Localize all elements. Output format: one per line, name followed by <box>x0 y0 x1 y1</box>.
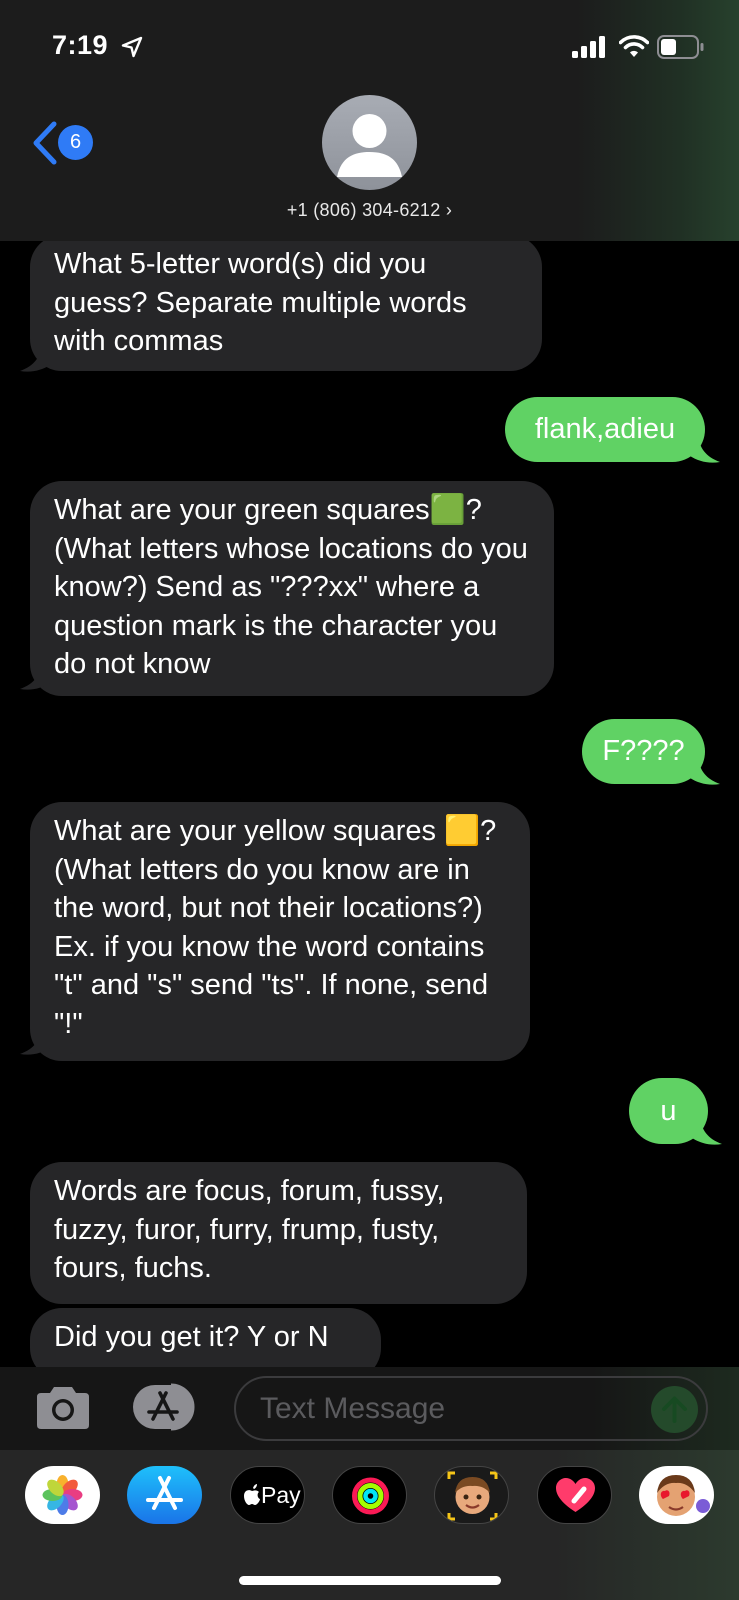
location-arrow-icon <box>121 36 143 58</box>
input-placeholder: Text Message <box>260 1392 446 1425</box>
send-button[interactable] <box>651 1386 698 1433</box>
activity-app-icon[interactable] <box>332 1466 407 1524</box>
memoji-stickers-icon[interactable] <box>434 1466 509 1524</box>
app-store-apps-icon[interactable] <box>131 1383 203 1431</box>
incoming-message[interactable]: What are your yellow squares 🟨? (What le… <box>30 802 530 1061</box>
photos-app-icon[interactable] <box>25 1466 100 1524</box>
bubble-tail <box>692 1116 722 1145</box>
app-store-icon[interactable] <box>127 1466 202 1524</box>
message-text: F???? <box>602 735 685 767</box>
wifi-icon <box>619 35 649 57</box>
incoming-message[interactable]: Did you get it? Y or N <box>30 1308 381 1367</box>
bubble-tail <box>20 1026 50 1055</box>
apple-pay-label: Pay <box>261 1482 301 1508</box>
message-text: u <box>660 1095 677 1127</box>
outgoing-message[interactable]: F???? <box>582 719 705 784</box>
home-indicator[interactable] <box>239 1576 501 1585</box>
message-text: What are your green squares🟩? (What lett… <box>54 494 528 680</box>
message-list[interactable]: What 5-letter word(s) did you guess? Sep… <box>0 241 739 1367</box>
message-text: flank,adieu <box>534 413 676 445</box>
bubble-tail <box>20 343 50 372</box>
unread-count-badge[interactable]: 6 <box>58 125 93 160</box>
arrow-up-icon <box>662 1396 687 1423</box>
incoming-message[interactable]: What are your green squares🟩? (What lett… <box>30 481 554 696</box>
conversation-header: 7:19 6 +1 (806) 304-6212 › <box>0 0 739 241</box>
memoji-app-icon[interactable] <box>639 1466 714 1524</box>
apple-pay-app-icon[interactable]: Pay <box>230 1466 305 1524</box>
status-time: 7:19 <box>52 30 109 60</box>
incoming-message[interactable]: What 5-letter word(s) did you guess? Sep… <box>30 241 542 371</box>
back-chevron-icon[interactable] <box>32 121 58 165</box>
cellular-signal-icon <box>572 36 605 58</box>
message-text: What 5-letter word(s) did you guess? Sep… <box>54 248 467 357</box>
message-text: What are your yellow squares 🟨? (What le… <box>54 815 497 1040</box>
incoming-message[interactable]: Words are focus, forum, fussy, fuzzy, fu… <box>30 1162 527 1304</box>
person-silhouette-icon <box>337 114 402 177</box>
bubble-tail <box>690 756 720 785</box>
bubble-tail <box>20 661 50 690</box>
digital-touch-heart-icon[interactable] <box>537 1466 612 1524</box>
contact-avatar[interactable] <box>322 95 417 190</box>
message-text: Words are focus, forum, fussy, fuzzy, fu… <box>54 1175 445 1284</box>
message-input-bar: Text Message <box>0 1367 739 1450</box>
message-text: Did you get it? Y or N <box>54 1321 329 1353</box>
battery-icon <box>657 35 704 59</box>
camera-icon[interactable] <box>33 1385 93 1431</box>
contact-name[interactable]: +1 (806) 304-6212 › <box>0 200 739 221</box>
text-message-input[interactable]: Text Message <box>234 1376 708 1441</box>
outgoing-message[interactable]: flank,adieu <box>505 397 705 462</box>
bubble-tail <box>690 434 720 463</box>
